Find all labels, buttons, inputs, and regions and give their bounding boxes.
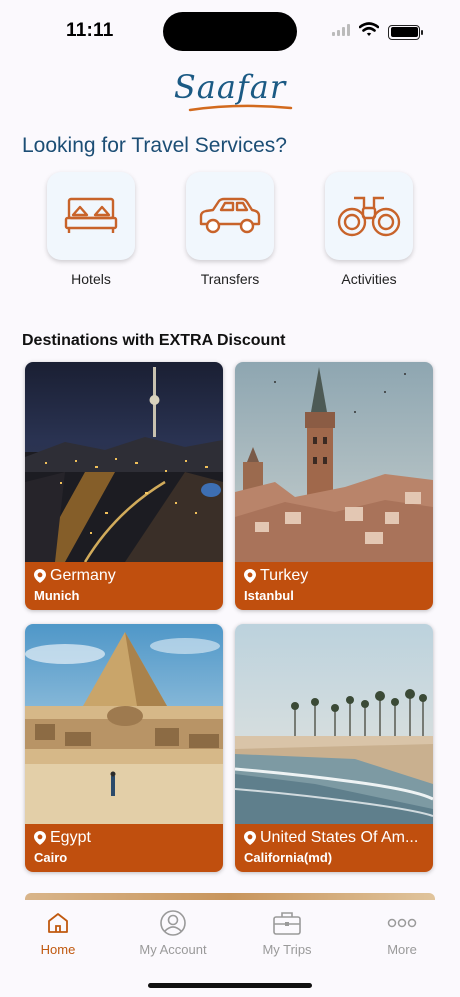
tab-label: My Trips bbox=[262, 942, 312, 957]
tab-label: More bbox=[387, 942, 417, 957]
destination-card-egypt[interactable]: Egypt Cairo bbox=[25, 624, 223, 872]
location-pin-icon bbox=[244, 569, 256, 583]
status-time: 11:11 bbox=[66, 20, 114, 41]
logo-swoosh-icon bbox=[188, 104, 293, 112]
card-city: Cairo bbox=[34, 850, 68, 865]
card-city: Munich bbox=[34, 588, 80, 603]
home-icon bbox=[48, 913, 68, 933]
tab-home[interactable]: Home bbox=[3, 908, 113, 957]
battery-icon bbox=[388, 24, 423, 40]
cellular-signal-icon bbox=[332, 23, 350, 41]
card-country: United States Of Am... bbox=[260, 829, 419, 846]
destination-card-usa[interactable]: United States Of Am... California(md) bbox=[235, 624, 433, 872]
destination-image bbox=[25, 362, 223, 562]
status-icons bbox=[332, 22, 423, 42]
tab-my-trips[interactable]: My Trips bbox=[232, 908, 342, 957]
wifi-icon bbox=[358, 22, 380, 42]
card-caption: Egypt Cairo bbox=[25, 824, 223, 872]
status-bar: 11:11 bbox=[0, 0, 460, 62]
card-city: California(md) bbox=[244, 850, 333, 865]
home-indicator[interactable] bbox=[148, 983, 312, 988]
destination-image bbox=[25, 624, 223, 824]
app-logo: Saafar bbox=[0, 68, 460, 112]
service-label: Transfers bbox=[200, 271, 260, 287]
tab-my-account[interactable]: My Account bbox=[118, 908, 228, 957]
destination-card-turkey[interactable]: Turkey Istanbul bbox=[235, 362, 433, 610]
tab-more[interactable]: More bbox=[347, 908, 457, 957]
dynamic-island bbox=[163, 12, 297, 51]
card-city: Istanbul bbox=[244, 588, 294, 603]
card-country: Turkey bbox=[260, 567, 309, 584]
services-heading: Looking for Travel Services? bbox=[22, 134, 287, 157]
location-pin-icon bbox=[34, 831, 46, 845]
logo-text: Saafar bbox=[173, 68, 287, 106]
destination-card-germany[interactable]: Germany Munich bbox=[25, 362, 223, 610]
service-label: Hotels bbox=[71, 271, 111, 287]
tab-label: Home bbox=[40, 942, 76, 957]
location-pin-icon bbox=[244, 831, 256, 845]
more-icon bbox=[387, 918, 417, 928]
destinations-heading: Destinations with EXTRA Discount bbox=[22, 332, 286, 349]
bed-icon bbox=[64, 197, 118, 233]
card-caption: Turkey Istanbul bbox=[235, 562, 433, 610]
car-icon bbox=[199, 197, 261, 234]
briefcase-icon bbox=[273, 912, 301, 935]
service-tile[interactable] bbox=[325, 172, 413, 260]
service-transfers[interactable]: Transfers bbox=[184, 172, 276, 287]
account-icon bbox=[160, 910, 186, 936]
service-hotels[interactable]: Hotels bbox=[45, 172, 137, 287]
service-tile[interactable] bbox=[186, 172, 274, 260]
binoculars-icon bbox=[337, 196, 401, 237]
card-country: Germany bbox=[50, 567, 116, 584]
service-tile[interactable] bbox=[47, 172, 135, 260]
card-caption: United States Of Am... California(md) bbox=[235, 824, 433, 872]
service-activities[interactable]: Activities bbox=[323, 172, 415, 287]
service-label: Activities bbox=[341, 271, 397, 287]
destination-image bbox=[235, 362, 433, 562]
card-country: Egypt bbox=[50, 829, 91, 846]
tab-label: My Account bbox=[139, 942, 207, 957]
card-caption: Germany Munich bbox=[25, 562, 223, 610]
location-pin-icon bbox=[34, 569, 46, 583]
destination-image bbox=[235, 624, 433, 824]
